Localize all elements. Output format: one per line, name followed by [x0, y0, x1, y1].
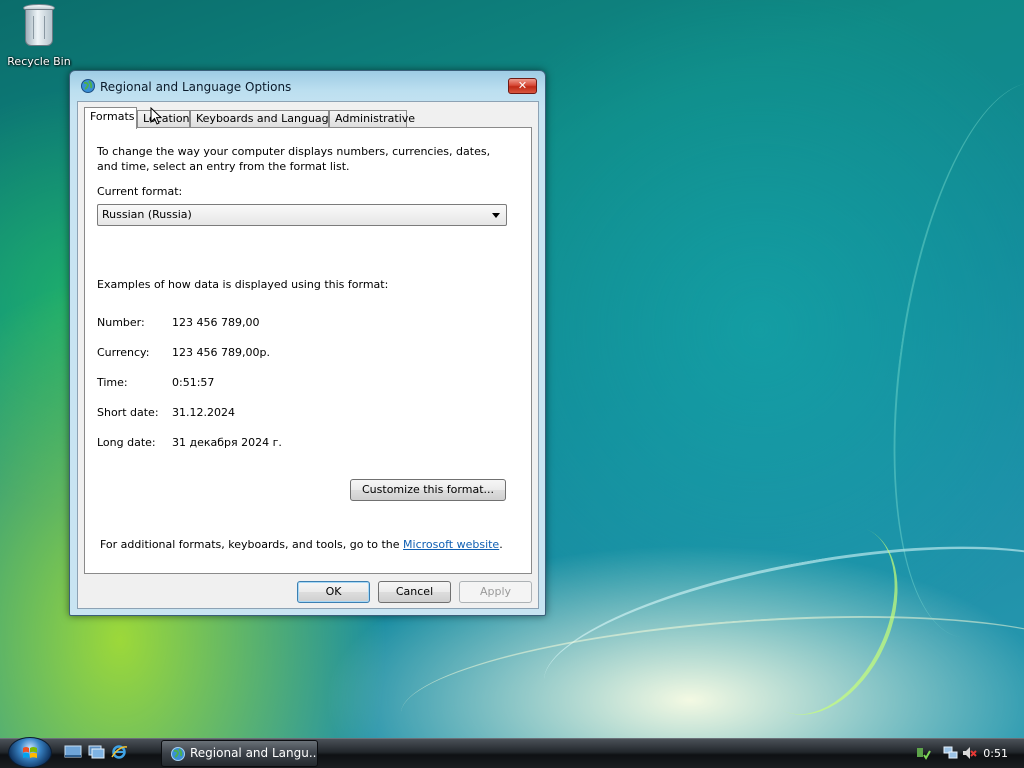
example-label: Long date:: [97, 436, 156, 449]
clock[interactable]: 0:51: [983, 747, 1008, 760]
ok-button[interactable]: OK: [297, 581, 370, 603]
customize-format-button[interactable]: Customize this format...: [350, 479, 506, 501]
examples-heading: Examples of how data is displayed using …: [97, 278, 389, 291]
switch-windows-icon[interactable]: [87, 744, 105, 760]
taskbar: [0, 738, 1024, 768]
example-value: 123 456 789,00: [172, 316, 260, 329]
example-label: Currency:: [97, 346, 150, 359]
wallpaper-streak: [862, 68, 1024, 652]
example-value: 31 декабря 2024 г.: [172, 436, 282, 449]
taskbar-button-label: Regional and Langu...: [190, 746, 318, 760]
globe-icon: [171, 747, 185, 761]
microsoft-website-link[interactable]: Microsoft website: [403, 538, 499, 551]
additional-formats-suffix: .: [499, 538, 503, 551]
volume-muted-icon[interactable]: [961, 745, 977, 761]
current-format-select[interactable]: Russian (Russia): [97, 204, 507, 226]
additional-formats-text: For additional formats, keyboards, and t…: [100, 538, 503, 551]
tab-administrative[interactable]: Administrative: [329, 110, 415, 128]
example-label: Time:: [97, 376, 128, 389]
wallpaper-streak: [531, 512, 1024, 758]
close-button[interactable]: ✕: [508, 78, 537, 94]
wallpaper-streak: [723, 501, 927, 739]
tab-keyboards-and-languages[interactable]: Keyboards and Languages: [190, 110, 341, 128]
globe-icon: [81, 79, 95, 93]
chevron-down-icon: [492, 213, 500, 218]
windows-update-icon[interactable]: [915, 745, 931, 761]
desktop-icon-recycle-bin[interactable]: Recycle Bin: [6, 2, 72, 68]
example-value: 0:51:57: [172, 376, 215, 389]
example-value: 31.12.2024: [172, 406, 235, 419]
show-desktop-icon[interactable]: [64, 744, 82, 760]
regional-language-options-window: Regional and Language Options ✕ Formats …: [69, 70, 546, 616]
tab-location[interactable]: Location: [137, 110, 190, 128]
tab-formats[interactable]: Formats: [84, 107, 137, 129]
dialog-client-area: Formats Location Keyboards and Languages…: [77, 101, 539, 609]
close-icon: ✕: [517, 79, 528, 92]
windows-logo-icon: [23, 747, 37, 758]
formats-panel: To change the way your computer displays…: [84, 127, 532, 574]
window-title: Regional and Language Options: [100, 80, 292, 94]
internet-explorer-icon[interactable]: [110, 744, 128, 760]
recycle-bin-icon: [22, 2, 56, 48]
network-icon[interactable]: [943, 745, 959, 761]
desktop-icon-label: Recycle Bin: [7, 55, 71, 68]
taskbar-button-regional-options[interactable]: Regional and Langu...: [161, 740, 318, 767]
formats-intro-text: To change the way your computer displays…: [97, 145, 491, 173]
cancel-button[interactable]: Cancel: [378, 581, 451, 603]
example-label: Number:: [97, 316, 145, 329]
additional-formats-prefix: For additional formats, keyboards, and t…: [100, 538, 404, 551]
mouse-cursor-icon: [150, 107, 162, 125]
start-button[interactable]: [8, 737, 52, 768]
current-format-label: Current format:: [97, 185, 183, 198]
title-bar[interactable]: Regional and Language Options ✕: [70, 71, 545, 101]
example-label: Short date:: [97, 406, 159, 419]
apply-button[interactable]: Apply: [459, 581, 532, 603]
current-format-value: Russian (Russia): [102, 208, 192, 221]
example-value: 123 456 789,00р.: [172, 346, 270, 359]
